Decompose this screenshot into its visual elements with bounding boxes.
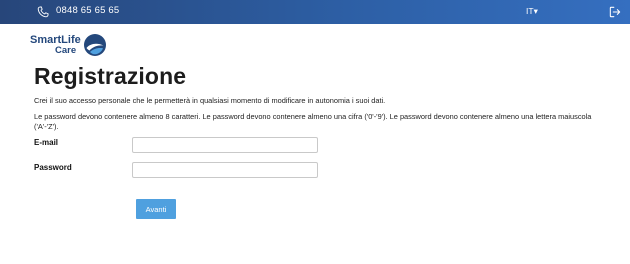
password-rules-text: Le password devono contenere almeno 8 ca… [34, 112, 592, 131]
logo-text-line2: Care [55, 45, 77, 56]
logout-icon[interactable] [608, 5, 622, 19]
password-field[interactable] [132, 162, 318, 178]
chevron-down-icon: ▾ [533, 6, 538, 16]
logo-mark-icon [84, 34, 106, 56]
language-code: IT [526, 6, 534, 16]
email-field[interactable] [132, 137, 318, 153]
avanti-button[interactable]: Avanti [136, 199, 176, 219]
phone-number[interactable]: 0848 65 65 65 [56, 5, 119, 16]
phone-icon [37, 6, 49, 18]
intro-text: Crei il suo accesso personale che le per… [34, 96, 386, 105]
language-selector[interactable]: IT▾ [526, 6, 538, 17]
top-bar: 0848 65 65 65 IT▾ [0, 0, 630, 24]
email-label: E-mail [34, 138, 59, 147]
password-label: Password [34, 163, 72, 172]
page-title: Registrazione [34, 63, 187, 89]
